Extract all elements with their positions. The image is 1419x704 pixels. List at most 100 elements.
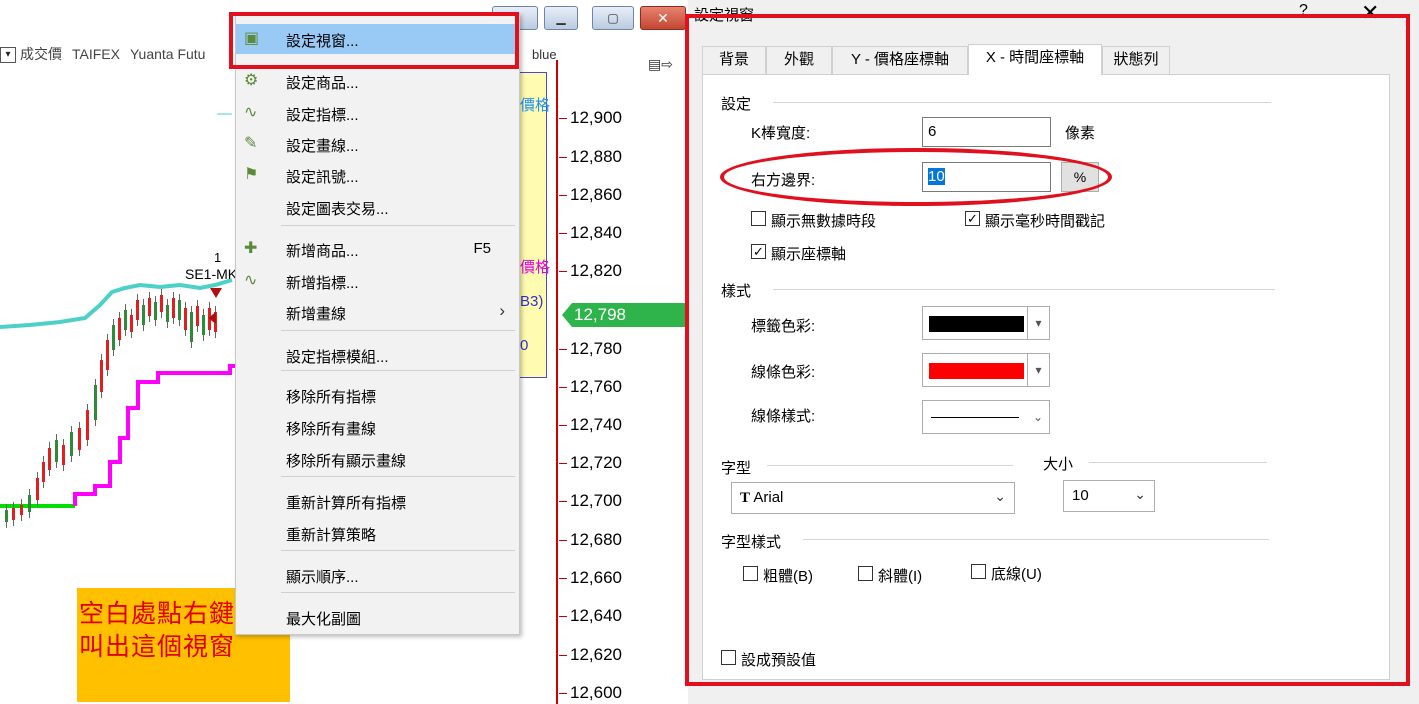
axis-tick [559,463,567,464]
axis-tick [559,157,567,158]
panel-toggle-icon[interactable]: ▤⇨ [648,56,673,73]
candle-body [166,305,169,322]
candle-body [42,462,45,482]
axis-tick [559,387,567,388]
chart-exchange-label: TAIFEX [72,46,120,62]
close-window-button[interactable]: ✕ [640,6,686,30]
context-menu-item-label: 移除所有畫線 [286,421,377,438]
info-price-1: 價格 [520,97,551,114]
candle-body [70,432,73,456]
context-menu-item-label: 顯示順序... [286,569,359,586]
candle-body [5,510,8,522]
candle-body [178,300,181,320]
menu-separator [281,592,515,593]
context-menu-item[interactable]: 最大化副圖 [236,602,519,632]
axis-tick [559,501,567,502]
maximize-icon: ▢ [607,11,619,25]
candle-body [142,305,145,325]
axis-tick [559,271,567,272]
menu-separator [281,330,515,331]
menu-separator [281,476,515,477]
shortcut-label: F5 [473,240,491,257]
context-menu-item[interactable]: 重新計算所有指標 [236,486,519,516]
axis-tick-label: 12,740 [570,415,622,434]
context-menu-item[interactable]: 新增畫線 › [236,297,519,327]
lower-band-line [73,364,235,506]
context-menu-item[interactable]: ✚ 新增商品... F5 [236,234,519,264]
axis-tick [559,655,567,656]
context-menu-item-label: 移除所有顯示畫線 [286,453,407,470]
axis-tick [559,540,567,541]
context-menu-item-label: 設定圖表交易... [286,201,389,218]
chart-dropdown-icon[interactable]: ▾ [0,47,16,64]
chart-symbol-line: ▾ 成交價 TAIFEX Yuanta Futu [0,44,215,64]
screenshot-stage: ▾成交價TAIFEXYuanta Futu ▭ ▁ ▢ ✕ blue 1 SE1… [0,0,1419,704]
menu-separator [281,225,515,226]
candle-body [190,312,193,342]
info-text-4: 0 [520,337,529,354]
axis-tick-label: 12,880 [570,147,622,166]
context-menu-item[interactable]: 移除所有畫線 [236,412,519,442]
context-menu-item-label: 設定指標... [286,107,359,124]
indicator-settings-icon: ∿ [244,104,258,121]
chevron-right-icon: › [499,301,505,320]
signal-number: 1 [214,250,222,265]
candle-body [94,385,97,420]
candle-body [202,315,205,335]
candle-body [106,340,109,370]
context-menu-item[interactable]: 移除所有指標 [236,380,519,410]
axis-tick-label: 12,720 [570,453,622,472]
info-price-2: 價格 [520,259,551,276]
axis-tick-label: 12,680 [570,530,622,549]
drawing-settings-icon: ✎ [244,135,258,152]
maximize-button[interactable]: ▢ [592,6,634,30]
axis-tick [559,349,567,350]
context-menu-item-label: 設定訊號... [286,169,359,186]
candle-body [196,306,199,326]
context-menu-item-label: 新增畫線 [286,306,347,323]
info-text-3: B3) [520,293,544,310]
candle-body [78,428,81,450]
candle-body [160,295,163,312]
context-menu-item[interactable]: 設定指標模組... [236,340,519,370]
axis-tick [559,195,567,196]
axis-tick-label: 12,820 [570,261,622,280]
context-menu-item[interactable]: 移除所有顯示畫線 [236,444,519,474]
context-menu-item[interactable]: ✎ 設定畫線... [236,129,519,159]
context-menu-item[interactable]: 顯示順序... [236,560,519,590]
context-menu-item-label: 新增指標... [286,275,359,292]
candle-body [184,308,187,330]
context-menu-item[interactable]: ∿ 新增指標... [236,266,519,296]
context-menu-item-label: 移除所有指標 [286,389,377,406]
symbol-settings-icon: ⚙ [244,72,259,89]
candle-body [36,478,39,500]
candle-body [154,302,157,320]
candle-body [48,448,51,470]
context-menu-item[interactable]: ⚑ 設定訊號... [236,160,519,190]
minimize-button[interactable]: ▁ [544,6,578,30]
candle-body [148,298,151,316]
context-menu-item-label: 設定指標模組... [286,349,389,366]
axis-tick-label: 12,900 [570,108,622,127]
candle-body [172,298,175,318]
context-menu-item[interactable]: ⚙ 設定商品... [236,66,519,96]
sell-signal-arrow [210,288,222,298]
add-symbol-icon: ✚ [244,240,258,257]
axis-tick-label: 12,640 [570,606,622,625]
candle-body [20,505,23,515]
chart-header-fragment: blue [532,47,557,62]
axis-tick [559,616,567,617]
axis-tick-label: 12,660 [570,568,622,587]
context-menu-item[interactable]: ∿ 設定指標... [236,98,519,128]
context-menu-item[interactable]: 重新計算策略 [236,518,519,548]
candle-body [55,440,58,462]
candle-body [86,410,89,440]
tab-x-axis[interactable]: X - 時間座標軸 [968,44,1102,75]
dialog-highlight-frame [685,14,1410,686]
axis-tick-label: 12,840 [570,223,622,242]
context-menu-item-label: 設定畫線... [286,138,359,155]
context-menu-item[interactable]: 設定圖表交易... [236,192,519,222]
candle-body [100,360,103,392]
axis-tick-label: 12,760 [570,377,622,396]
context-menu-item-label: 新增商品... [286,243,359,260]
